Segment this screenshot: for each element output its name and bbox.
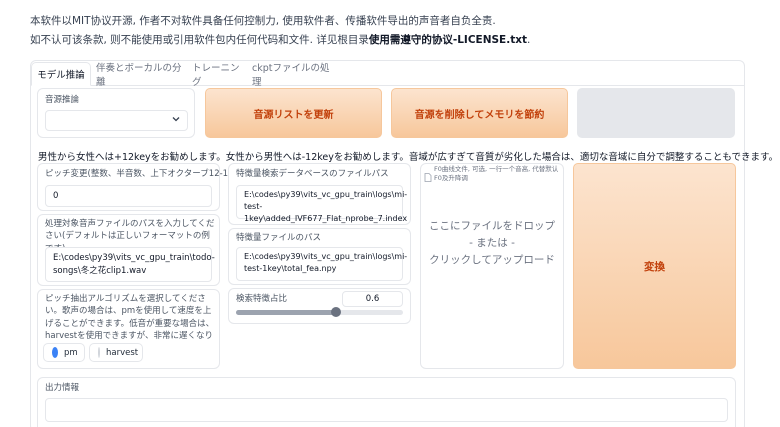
radio-pm-label: pm [64, 347, 78, 358]
chevron-down-icon [171, 114, 181, 129]
source-select-dropdown[interactable] [45, 110, 188, 131]
license-notice-line-2: 如不认可该条款, 则不能使用或引用软件包内任何代码和文件. 详见根目录使用需遵守… [30, 32, 530, 47]
pitch-input[interactable]: 0 [45, 185, 212, 207]
radio-unselected-icon [98, 347, 100, 358]
index-rate-slider-fill [236, 310, 337, 315]
index-rate-slider[interactable] [236, 307, 403, 317]
radio-selected-icon [52, 347, 58, 358]
refresh-sources-button[interactable]: 音源リストを更新 [205, 88, 382, 138]
output-info-field[interactable] [45, 398, 728, 422]
license-notice-text: 如不认可该条款, 则不能使用或引用软件包内任何代码和文件. 详见根目录 [30, 34, 369, 46]
tab-ckpt-processing[interactable]: ckptファイルの処理 [252, 62, 330, 88]
license-notice-line-1: 本软件以MIT协议开源, 作者不对软件具备任何控制力, 使用软件者、传播软件导出… [30, 15, 496, 27]
output-label: 出力情報 [45, 383, 80, 393]
index-rate-input[interactable]: 0.6 [342, 291, 403, 307]
license-file-link: 使用需遵守的协议-LICENSE.txt [368, 34, 528, 46]
key-hint-text: 男性から女性へは+12keyをお勧めします。女性から男性へは-12keyをお勧め… [38, 152, 779, 163]
upload-click-text: クリックしてアップロード [429, 254, 555, 266]
radio-harvest-label: harvest [106, 347, 139, 358]
unload-model-button[interactable]: 音源を削除してメモリを節約 [391, 88, 568, 138]
license-notice-suffix: . [527, 34, 531, 46]
radio-pm[interactable]: pm [43, 343, 85, 362]
empty-button[interactable] [577, 88, 735, 138]
radio-harvest[interactable]: harvest [89, 343, 143, 362]
index-path-field[interactable]: E:\codes\py39\vits_vc_gpu_train\logs\mi-… [236, 185, 407, 223]
file-icon [424, 167, 432, 186]
convert-button[interactable]: 変換 [573, 163, 736, 369]
tab-training[interactable]: トレーニング [192, 62, 248, 88]
pitch-label: ピッチ変更(整数、半音数、上下オクターブ12-12) [45, 169, 237, 179]
upload-or-text: - または - [469, 237, 515, 249]
tab-vocal-separation[interactable]: 伴奏とボーカルの分離 [96, 62, 188, 88]
feature-path-field[interactable]: E:\codes\py39\vits_vc_gpu_train\logs\mi-… [236, 247, 407, 281]
source-select-label: 音源推論 [45, 95, 80, 105]
tab-model-inference[interactable]: モデル推論 [31, 62, 91, 86]
upload-drop-text: ここにファイルをドロップ [429, 220, 555, 232]
feature-path-label: 特徴量ファイルのパス [236, 233, 322, 243]
index-rate-label: 検索特徴占比 [236, 294, 288, 304]
f0-file-label: F0曲线文件, 可选, 一行一个音高, 代替默认F0及升降调 [434, 165, 559, 182]
input-path-field[interactable]: E:\codes\py39\vits_vc_gpu_train\todo-son… [45, 247, 215, 282]
index-path-label: 特徴量検索データベースのファイルパス [236, 169, 389, 179]
